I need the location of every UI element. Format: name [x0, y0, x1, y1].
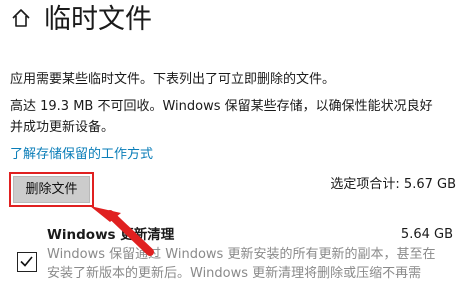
delete-files-button[interactable]: 删除文件 — [13, 176, 90, 203]
item-checkbox[interactable] — [17, 252, 37, 272]
page-title: 临时文件 — [44, 4, 152, 35]
item-description-1: Windows 保留通过 Windows 更新安装的所有更新的副本，甚至在 — [47, 247, 436, 262]
info-text-2: 高达 19.3 MB 不可回收。Windows 保留某些存储，以确保性能状况良好 — [10, 99, 433, 114]
item-size: 5.64 GB — [400, 227, 453, 242]
selected-total: 选定项合计: 5.67 GB — [330, 177, 456, 192]
item-description-2: 安装了新版本的更新后。Windows 更新清理将删除或压缩不再需 — [47, 266, 422, 281]
home-icon[interactable] — [10, 7, 32, 29]
info-text-3: 并成功更新设备。 — [10, 120, 115, 135]
checkmark-icon — [20, 256, 33, 267]
item-title: Windows 更新清理 — [47, 227, 175, 243]
storage-reserve-link[interactable]: 了解存储保留的工作方式 — [10, 146, 153, 164]
info-text-1: 应用需要某些临时文件。下表列出了可立即删除的文件。 — [10, 72, 336, 87]
